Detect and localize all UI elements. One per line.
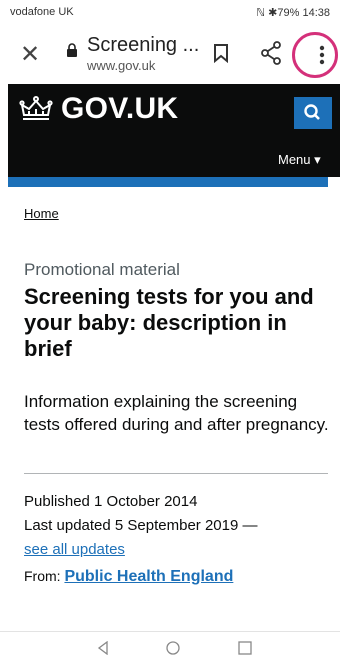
gov-header: GOV.UK Menu ▾ (8, 84, 340, 177)
govuk-logo-text: GOV.UK (61, 92, 179, 125)
url-label[interactable]: www.gov.uk (87, 58, 155, 73)
back-icon[interactable] (97, 641, 109, 655)
search-button[interactable] (294, 97, 332, 129)
see-all-updates-link[interactable]: see all updates (24, 541, 125, 558)
header-accent-bar (8, 177, 328, 187)
publication-metadata: Published 1 October 2014 Last updated 5 … (24, 490, 336, 562)
crown-icon (19, 96, 53, 120)
from-label: From: (24, 568, 61, 584)
document-type-caption: Promotional material (24, 260, 180, 279)
divider (24, 473, 328, 474)
lock-icon (67, 43, 77, 57)
recents-icon[interactable] (238, 641, 252, 655)
search-icon (304, 104, 320, 120)
from-row: From: Public Health England (24, 568, 233, 586)
home-icon[interactable] (166, 641, 180, 655)
page-title: Screening tests for you and your baby: d… (24, 284, 314, 361)
android-nav-bar (0, 632, 340, 663)
status-bar: vodafone UK ℕ ✱79% 14:38 (0, 0, 340, 26)
govuk-logo-link[interactable]: GOV.UK (19, 92, 178, 126)
menu-button[interactable]: Menu ▾ (278, 152, 321, 168)
published-date: Published 1 October 2014 (24, 493, 198, 510)
organisation-link[interactable]: Public Health England (64, 568, 233, 585)
last-updated-date: Last updated 5 September 2019 — (24, 517, 258, 534)
carrier-label: vodafone UK (10, 6, 74, 18)
share-icon[interactable] (260, 41, 282, 65)
bookmark-icon[interactable] (213, 43, 229, 63)
highlight-ring (292, 32, 338, 78)
close-icon[interactable]: ✕ (20, 40, 40, 69)
more-options-icon[interactable] (319, 45, 325, 65)
status-indicators: ℕ ✱79% 14:38 (256, 7, 330, 19)
lead-paragraph: Information explaining the screening tes… (24, 392, 329, 434)
tab-title[interactable]: Screening ... (87, 34, 199, 57)
breadcrumb-home[interactable]: Home (24, 206, 59, 221)
browser-toolbar: ✕ Screening ... www.gov.uk (0, 26, 340, 84)
